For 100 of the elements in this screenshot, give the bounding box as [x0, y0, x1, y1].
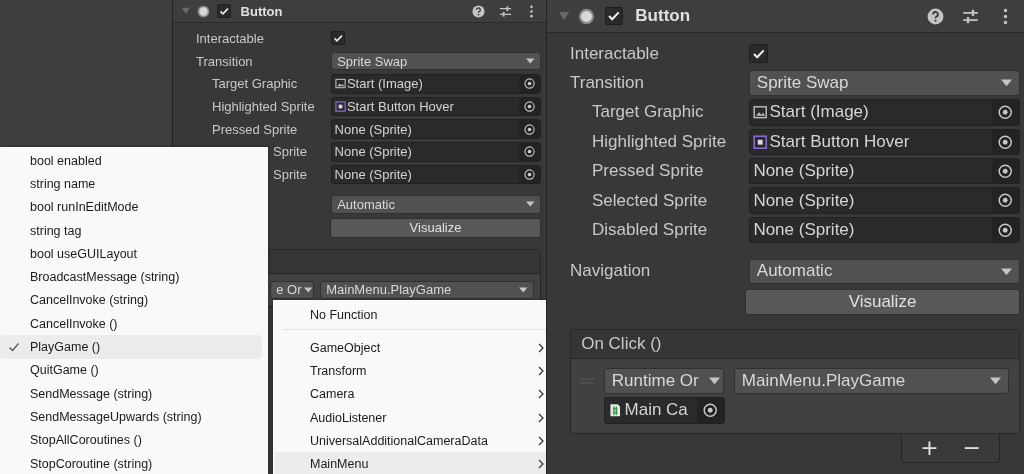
chevron-icon: [538, 435, 545, 446]
field-label: Transition: [196, 53, 254, 69]
menu-item[interactable]: string tag: [0, 218, 262, 243]
object-field[interactable]: Start (Image): [749, 99, 1020, 126]
check-icon: [219, 5, 230, 17]
menu-item[interactable]: AudioListener: [275, 405, 546, 430]
sliders-icon[interactable]: [961, 7, 979, 25]
sprite-icon: [753, 134, 768, 150]
menu-item[interactable]: Camera: [275, 382, 546, 406]
dropdown[interactable]: Sprite Swap: [331, 51, 541, 71]
menu-item[interactable]: CancelInvoke (): [0, 312, 262, 336]
object-field[interactable]: Main Ca: [604, 397, 725, 424]
dropdown[interactable]: e Or: [270, 280, 314, 300]
caret-icon: [526, 201, 535, 208]
object-field[interactable]: None (Sprite): [749, 187, 1020, 214]
picker-button[interactable]: [991, 217, 1019, 243]
field-label: Transition: [570, 73, 645, 94]
field-label: Interactable: [570, 43, 660, 64]
target-icon: [998, 105, 1013, 120]
object-field[interactable]: None (Sprite): [331, 141, 541, 162]
object-field[interactable]: Start Button Hover: [331, 96, 541, 117]
menu-item[interactable]: Transform: [275, 359, 546, 383]
add-button[interactable]: +: [916, 435, 943, 461]
sprite-icon: [334, 100, 346, 112]
image-icon: [334, 78, 346, 90]
chevron-icon: [538, 389, 545, 400]
component-title: Button: [240, 3, 284, 19]
chevron-icon: [538, 412, 545, 423]
checkbox[interactable]: [749, 44, 768, 64]
object-field[interactable]: Start (Image): [331, 73, 541, 94]
field-label: Pressed Sprite: [211, 121, 299, 137]
menu-item[interactable]: PlayGame (): [0, 335, 262, 359]
visualize-button[interactable]: Visualize: [330, 217, 541, 238]
picker-button[interactable]: [991, 159, 1019, 184]
target-icon: [524, 123, 536, 135]
field-label: Interactable: [196, 30, 265, 46]
checkbox[interactable]: [604, 6, 624, 26]
menu-item[interactable]: bool runInEditMode: [0, 195, 262, 219]
target-icon: [998, 193, 1013, 208]
picker-button[interactable]: [991, 188, 1019, 213]
field-label: Disabled Sprite: [591, 220, 709, 241]
field-label: Highlighted Sprite: [211, 98, 316, 114]
field-label: Sprite: [272, 166, 308, 182]
picker-button[interactable]: [519, 120, 540, 138]
sliders-icon[interactable]: [498, 4, 512, 18]
chevron-icon: [538, 459, 545, 470]
checkbox[interactable]: [217, 3, 232, 19]
object-field[interactable]: None (Sprite): [331, 119, 541, 139]
help-icon[interactable]: [471, 4, 485, 18]
dropdown[interactable]: MainMenu.PlayGame: [734, 368, 1009, 394]
picker-button[interactable]: [519, 165, 540, 184]
menu-item[interactable]: GameObject: [275, 336, 546, 360]
menu-item[interactable]: SendMessageUpwards (string): [0, 405, 262, 429]
field-label: Target Graphic: [211, 76, 299, 92]
remove-button[interactable]: −: [958, 435, 985, 461]
image-icon: [753, 105, 768, 120]
field-label: Sprite: [272, 144, 308, 160]
target-icon: [998, 134, 1013, 150]
menu-item[interactable]: BroadcastMessage (string): [0, 265, 262, 289]
object-field[interactable]: None (Sprite): [749, 158, 1020, 185]
menu-item[interactable]: StopCoroutine (string): [0, 451, 262, 474]
field-label: Pressed Sprite: [591, 161, 705, 182]
caret-icon: [519, 287, 528, 293]
script-icon: [608, 403, 623, 418]
dropdown[interactable]: MainMenu.PlayGame: [320, 280, 534, 300]
menu-item[interactable]: StopAllCoroutines (): [0, 428, 262, 452]
menu-item[interactable]: MainMenu: [275, 452, 546, 474]
target-icon: [998, 164, 1013, 179]
object-field[interactable]: None (Sprite): [749, 216, 1020, 244]
dropdown[interactable]: Sprite Swap: [749, 70, 1020, 96]
caret-icon: [990, 377, 1002, 385]
caret-icon: [304, 287, 313, 293]
picker-button[interactable]: [696, 398, 724, 423]
dropdown[interactable]: Runtime Or: [604, 368, 724, 394]
menu-item[interactable]: bool enabled: [0, 149, 262, 173]
picker-button[interactable]: [991, 100, 1019, 125]
checkbox[interactable]: [331, 31, 346, 46]
menu-item[interactable]: string name: [0, 172, 262, 196]
menu-item[interactable]: UniversalAdditionalCameraData: [275, 429, 546, 453]
help-icon[interactable]: [927, 7, 945, 25]
chevron-icon: [538, 365, 545, 376]
target-icon: [524, 78, 536, 90]
picker-button[interactable]: [519, 97, 540, 116]
dropdown[interactable]: Automatic: [749, 258, 1020, 285]
object-field[interactable]: Start Button Hover: [749, 128, 1020, 156]
menu-item[interactable]: bool useGUILayout: [0, 242, 262, 266]
visualize-button[interactable]: Visualize: [745, 289, 1020, 316]
picker-button[interactable]: [519, 74, 540, 93]
field-label: Highlighted Sprite: [591, 131, 728, 152]
menu-item[interactable]: SendMessage (string): [0, 381, 262, 406]
menu-item[interactable]: CancelInvoke (string): [0, 288, 262, 313]
menu-item[interactable]: QuitGame (): [0, 358, 262, 382]
circle-icon: [197, 4, 211, 18]
caret-icon: [526, 58, 535, 64]
object-field[interactable]: None (Sprite): [331, 164, 541, 185]
picker-button[interactable]: [991, 129, 1019, 155]
component-title: Button: [635, 6, 692, 26]
picker-button[interactable]: [519, 142, 540, 161]
dropdown[interactable]: Automatic: [331, 194, 541, 214]
field-label: Target Graphic: [591, 102, 705, 123]
